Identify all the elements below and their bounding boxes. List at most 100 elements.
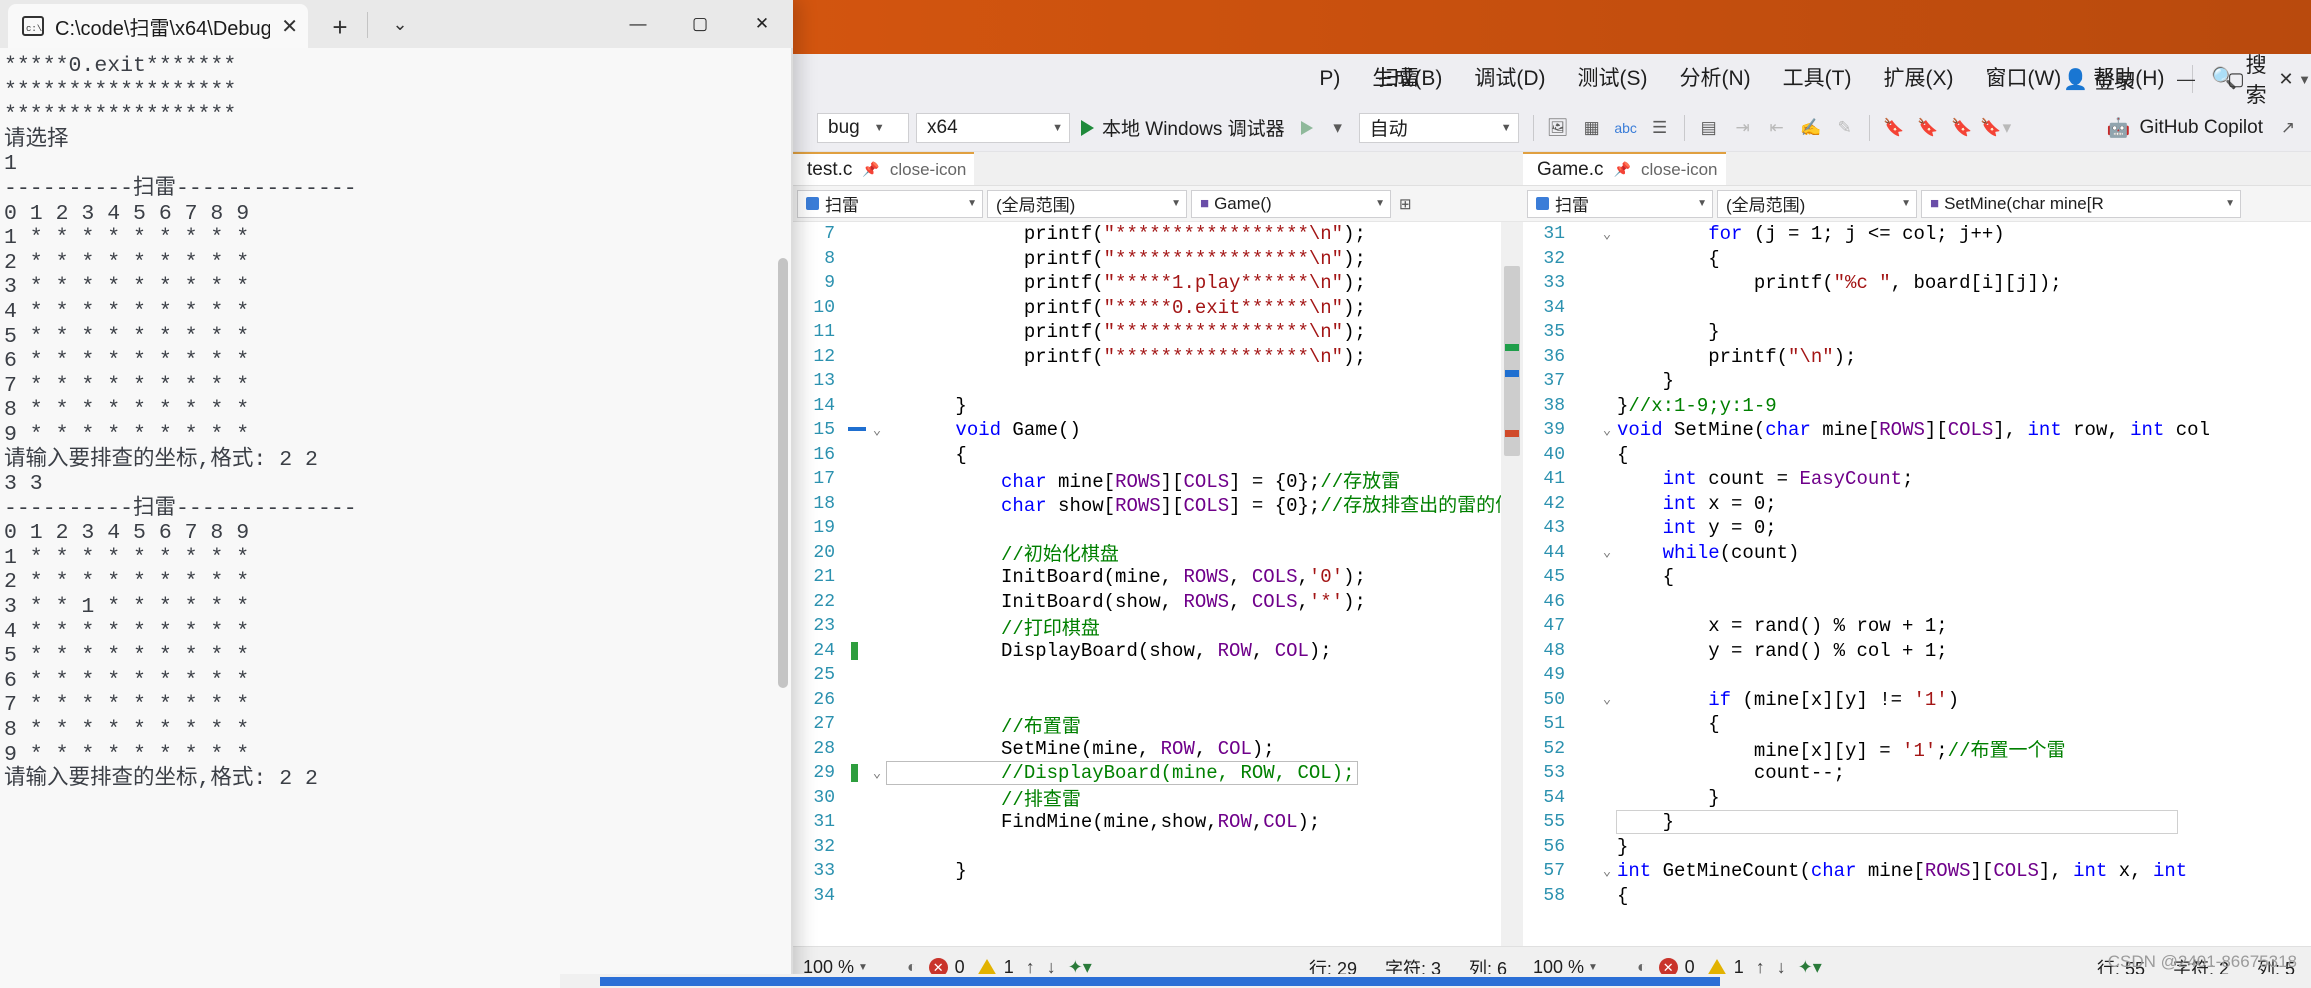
gutter-marker[interactable] [845, 614, 867, 639]
auto-combo[interactable]: 自动 ▼ [1358, 112, 1519, 143]
code-line[interactable]: 54 } [1523, 786, 2311, 811]
code-line[interactable]: 21 InitBoard(mine, ROWS, COLS,'0'); [793, 565, 1523, 590]
code-line[interactable]: 16 { [793, 443, 1523, 468]
project-combo[interactable]: 扫雷 ▼ [797, 189, 983, 218]
fold-toggle-icon[interactable]: ⌄ [1597, 422, 1617, 439]
abc-icon[interactable]: abc [1609, 113, 1643, 143]
console-scrollbar[interactable] [777, 48, 791, 988]
screenshot-icon[interactable]: 🖼 [1541, 113, 1575, 143]
code-line[interactable]: 22 InitBoard(show, ROWS, COLS,'*'); [793, 590, 1523, 615]
code-line[interactable]: 30 //排查雷 [793, 786, 1523, 812]
gutter-marker[interactable] [1575, 663, 1597, 688]
gutter-marker[interactable] [845, 443, 867, 468]
code-line[interactable]: 17 char mine[ROWS][COLS] = {0};//存放雷 [793, 467, 1523, 493]
gutter-marker[interactable] [845, 516, 867, 541]
code-line[interactable]: 15 ⌄ void Game() [793, 418, 1523, 443]
gutter-marker[interactable] [845, 859, 867, 884]
console-scroll-thumb[interactable] [778, 258, 788, 688]
github-copilot-button[interactable]: 🤖 GitHub Copilot [2107, 116, 2263, 140]
gutter-marker[interactable] [1575, 565, 1597, 590]
gutter-marker[interactable] [845, 492, 867, 517]
gutter-marker[interactable] [1575, 467, 1597, 492]
gutter-marker[interactable] [1575, 859, 1597, 884]
split-editor-icon[interactable]: ⊞ [1399, 195, 1412, 213]
gutter-marker[interactable] [845, 688, 867, 713]
gutter-marker[interactable] [1575, 712, 1597, 737]
fold-toggle-icon[interactable]: ⌄ [1597, 691, 1617, 708]
gutter-marker[interactable] [1575, 345, 1597, 370]
project-combo[interactable]: 扫雷 ▼ [1527, 189, 1713, 218]
code-line[interactable]: 19 [793, 516, 1523, 541]
code-line[interactable]: 33 } [793, 859, 1523, 884]
code-line[interactable]: 49 [1523, 663, 2311, 688]
code-line[interactable]: 13 [793, 369, 1523, 394]
pin-icon[interactable]: 📌 [1614, 161, 1631, 178]
bookmark-next-icon[interactable]: 🔖 [1945, 113, 1979, 143]
gutter-marker[interactable] [1575, 688, 1597, 713]
code-line[interactable]: 10 printf("*****0.exit******\n"); [793, 296, 1523, 321]
comment-icon[interactable]: ✍ [1794, 113, 1828, 143]
code-line[interactable]: 25 [793, 663, 1523, 688]
left-scroll-thumb[interactable] [1504, 266, 1520, 456]
tab-dropdown-button[interactable]: ⌄ [385, 14, 415, 35]
code-line[interactable]: 31 FindMine(mine,show,ROW,COL); [793, 810, 1523, 835]
code-line[interactable]: 29 ⌄ //DisplayBoard(mine, ROW, COL); [793, 761, 1523, 786]
gutter-marker[interactable] [845, 222, 867, 247]
play-outline-icon[interactable] [1300, 120, 1313, 135]
menu-item-tools[interactable]: 工具(T) [1767, 54, 1868, 104]
code-line[interactable]: 33 printf("%c ", board[i][j]); [1523, 271, 2311, 296]
start-debugging-button[interactable]: 本地 Windows 调试器 [1081, 114, 1285, 141]
gutter-marker[interactable] [845, 418, 867, 443]
terminal-tab[interactable]: c:\ C:\code\扫雷\x64\Debug\扫雷 ✕ [8, 4, 308, 48]
gutter-marker[interactable] [1575, 884, 1597, 909]
gutter-marker[interactable] [845, 345, 867, 370]
stop-dropdown-icon[interactable]: ▾ [1321, 113, 1355, 143]
member-combo[interactable]: ■ Game() ▼ [1191, 189, 1391, 218]
gutter-marker[interactable] [1575, 614, 1597, 639]
code-line[interactable]: 27 //布置雷 [793, 712, 1523, 738]
uncomment-icon[interactable]: ✎ [1828, 113, 1862, 143]
code-line[interactable]: 56} [1523, 835, 2311, 860]
config-combo[interactable]: bug ▼ [817, 112, 909, 143]
gutter-marker[interactable] [845, 761, 867, 786]
terminal-maximize-button[interactable]: ▢ [669, 0, 731, 48]
code-line[interactable]: 31 ⌄ for (j = 1; j <= col; j++) [1523, 222, 2311, 247]
gutter-marker[interactable] [845, 467, 867, 492]
code-line[interactable]: 28 SetMine(mine, ROW, COL); [793, 737, 1523, 762]
code-line[interactable]: 52 mine[x][y] = '1';//布置一个雷 [1523, 737, 2311, 763]
gutter-marker[interactable] [845, 810, 867, 835]
fold-toggle-icon[interactable]: ⌄ [1597, 544, 1617, 561]
code-line[interactable]: 37 } [1523, 369, 2311, 394]
vs-maximize-button[interactable]: ▢ [2211, 54, 2261, 104]
code-line[interactable]: 8 printf("*****************\n"); [793, 247, 1523, 272]
code-line[interactable]: 44 ⌄ while(count) [1523, 541, 2311, 566]
vs-minimize-button[interactable]: — [2161, 54, 2211, 104]
close-icon[interactable]: ✕ [281, 14, 298, 39]
pin-icon[interactable]: 📌 [862, 161, 879, 178]
gutter-marker[interactable] [1575, 492, 1597, 517]
code-line[interactable]: 43 int y = 0; [1523, 516, 2311, 541]
gutter-marker[interactable] [1575, 320, 1597, 345]
menu-item-debug[interactable]: 调试(D) [1458, 54, 1561, 104]
terminal-close-button[interactable]: ✕ [731, 0, 793, 48]
code-line[interactable]: 42 int x = 0; [1523, 492, 2311, 517]
fold-toggle-icon[interactable]: ⌄ [867, 422, 887, 439]
menu-item-analyze[interactable]: 分析(N) [1664, 54, 1767, 104]
member-combo[interactable]: ■ SetMine(char mine[R ▼ [1921, 189, 2241, 218]
code-line[interactable]: 14 } [793, 394, 1523, 419]
gutter-marker[interactable] [1575, 271, 1597, 296]
code-line[interactable]: 34 [793, 884, 1523, 909]
code-line[interactable]: 51 { [1523, 712, 2311, 737]
menu-item-test[interactable]: 测试(S) [1562, 54, 1664, 104]
code-line[interactable]: 50 ⌄ if (mine[x][y] != '1') [1523, 688, 2311, 713]
fold-toggle-icon[interactable]: ⌄ [867, 765, 887, 782]
code-line[interactable]: 46 [1523, 590, 2311, 615]
gutter-marker[interactable] [845, 835, 867, 860]
code-line[interactable]: 41 int count = EasyCount; [1523, 467, 2311, 492]
terminal-minimize-button[interactable]: — [607, 0, 669, 48]
right-code-editor[interactable]: 31 ⌄ for (j = 1; j <= col; j++) 32 {33 pri… [1523, 222, 2311, 946]
sign-in-button[interactable]: 👤 登录 [2063, 65, 2135, 94]
code-line[interactable]: 18 char show[ROWS][COLS] = {0};//存放排查出的雷… [793, 492, 1523, 518]
gutter-marker[interactable] [845, 786, 867, 811]
new-tab-button[interactable]: + [325, 12, 355, 43]
